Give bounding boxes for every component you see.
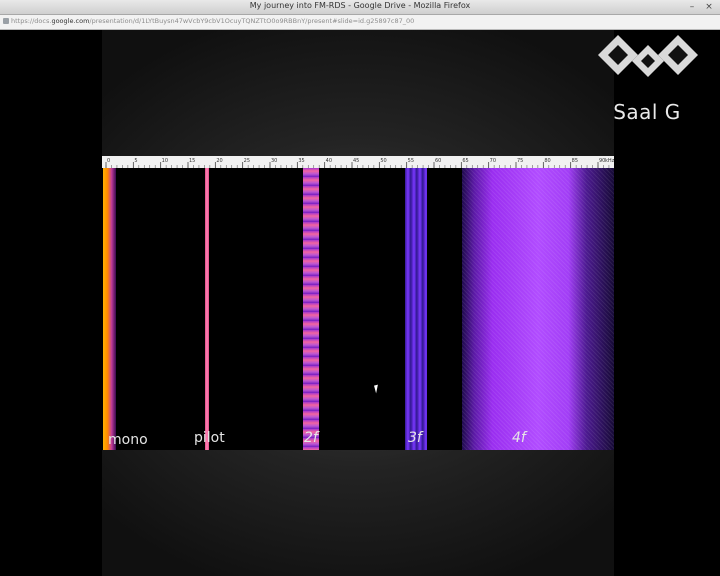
ruler-ticks: 0 5 10 15 20 25 30 35 40 45 50 55 60 65 70 75 80 85 90 kHz bbox=[105, 158, 614, 168]
ruler-tick-label: 20 bbox=[216, 158, 222, 164]
harmonic-4f-band bbox=[462, 168, 614, 450]
label-4f: 4f bbox=[512, 430, 526, 446]
ruler-tick-label: 0 bbox=[107, 158, 110, 164]
ruler-tick-label: 15 bbox=[189, 158, 195, 164]
ruler-tick-label: 65 bbox=[462, 158, 468, 164]
logo-text: Saal G bbox=[613, 100, 681, 124]
ruler-tick-label: 75 bbox=[517, 158, 523, 164]
url-domain: google.com bbox=[51, 17, 90, 25]
pilot-band bbox=[205, 168, 209, 450]
ruler-tick-label: 50 bbox=[380, 158, 386, 164]
window-title: My journey into FM-RDS - Google Drive - … bbox=[249, 1, 471, 10]
ruler-tick-label: 60 bbox=[435, 158, 441, 164]
minimize-button[interactable]: – bbox=[687, 2, 697, 12]
waterfall-spectrogram: mono pilot 2f 3f 4f bbox=[102, 168, 614, 450]
label-3f: 3f bbox=[408, 430, 422, 446]
label-pilot: pilot bbox=[194, 430, 225, 446]
ruler-tick-label: 45 bbox=[353, 158, 359, 164]
lock-icon bbox=[3, 18, 9, 24]
harmonic-3f-band bbox=[405, 168, 427, 450]
ruler-tick-label: 80 bbox=[544, 158, 550, 164]
url-path: /presentation/d/1LYtBuysn47wVcbY9cbV1Ocu… bbox=[89, 17, 415, 25]
url-text[interactable]: https://docs.google.com/presentation/d/1… bbox=[11, 17, 414, 25]
ruler-tick-label: 40 bbox=[326, 158, 332, 164]
ruler-tick-label: 10 bbox=[162, 158, 168, 164]
ruler-tick-label: 5 bbox=[134, 158, 137, 164]
close-button[interactable]: × bbox=[704, 2, 714, 12]
ruler-tick-label: 35 bbox=[298, 158, 304, 164]
label-mono: mono bbox=[108, 432, 148, 448]
ruler-tick-label: 55 bbox=[408, 158, 414, 164]
ruler-tick-label: 30 bbox=[271, 158, 277, 164]
harmonic-2f-band bbox=[303, 168, 319, 450]
ruler-tick-label: kHz bbox=[605, 158, 614, 164]
browser-window: My journey into FM-RDS - Google Drive - … bbox=[0, 0, 720, 576]
ruler-tick-label: 70 bbox=[490, 158, 496, 164]
title-bar: My journey into FM-RDS - Google Drive - … bbox=[0, 0, 720, 15]
url-prefix: https://docs. bbox=[11, 17, 52, 25]
address-bar[interactable]: https://docs.google.com/presentation/d/1… bbox=[0, 15, 720, 30]
ruler-tick-label: 25 bbox=[244, 158, 250, 164]
ruler-tick-label: 85 bbox=[572, 158, 578, 164]
label-2f: 2f bbox=[304, 430, 318, 446]
mono-band bbox=[103, 168, 116, 450]
